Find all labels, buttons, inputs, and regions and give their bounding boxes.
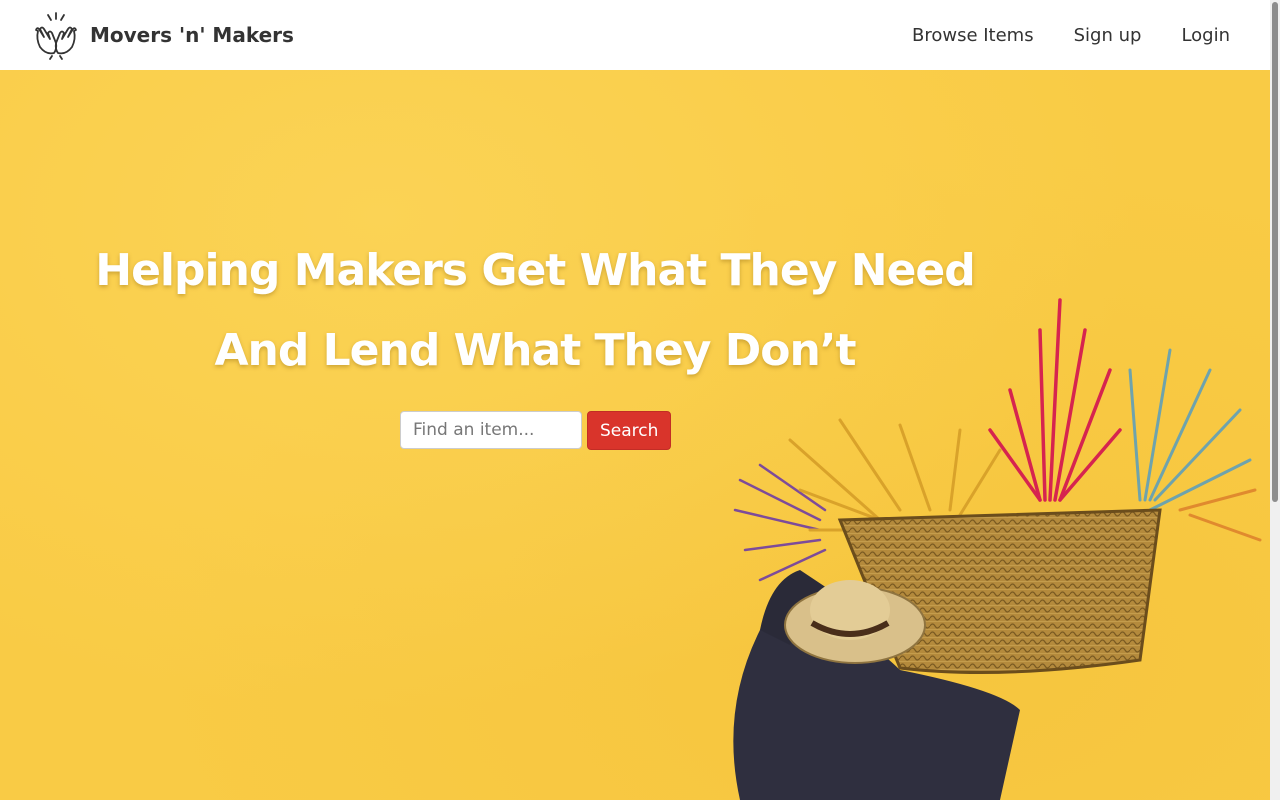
search-input[interactable] xyxy=(400,411,582,449)
page-scrollbar[interactable] xyxy=(1270,0,1280,800)
brand[interactable]: Movers 'n' Makers xyxy=(30,9,294,61)
scrollbar-thumb[interactable] xyxy=(1272,2,1278,502)
nav-links: Browse Items Sign up Login xyxy=(912,25,1240,46)
nav-link-login[interactable]: Login xyxy=(1181,25,1230,46)
grass-teal xyxy=(1128,348,1252,512)
nav-link-sign-up[interactable]: Sign up xyxy=(1074,25,1142,46)
grass-gold xyxy=(788,418,1002,532)
search-form: Search xyxy=(400,411,672,450)
search-button[interactable]: Search xyxy=(587,411,672,450)
hero-section: Helping Makers Get What They Need And Le… xyxy=(0,70,1270,800)
grass-purple xyxy=(733,463,827,582)
high-five-hands-icon xyxy=(35,12,77,60)
grass-orange xyxy=(1178,488,1262,542)
hero-title-line2: And Lend What They Don’t xyxy=(214,325,856,376)
hero-title-line1: Helping Makers Get What They Need xyxy=(95,245,975,296)
nav-link-browse-items[interactable]: Browse Items xyxy=(912,25,1034,46)
top-navbar: Movers 'n' Makers Browse Items Sign up L… xyxy=(0,0,1270,70)
brand-name: Movers 'n' Makers xyxy=(90,23,294,47)
